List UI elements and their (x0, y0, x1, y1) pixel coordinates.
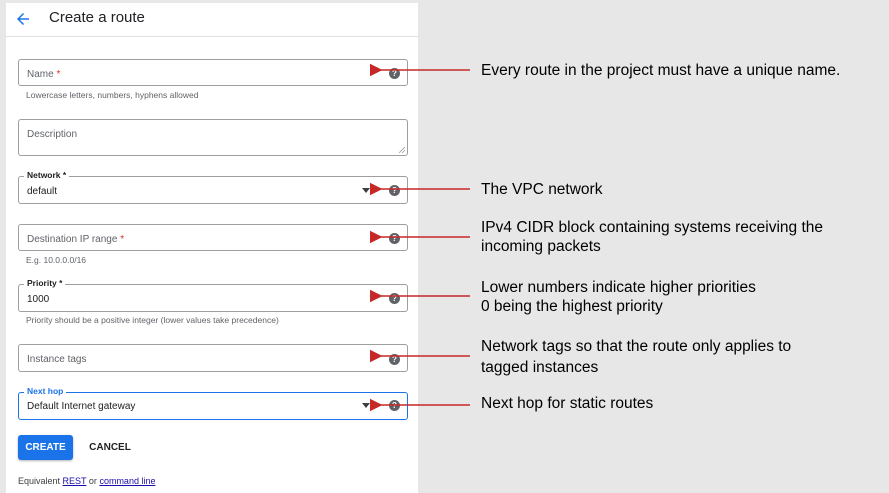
required-marker: * (62, 170, 67, 180)
instance-tags-placeholder: Instance tags (27, 354, 87, 365)
help-icon[interactable]: ? (389, 400, 400, 411)
destination-placeholder: Destination IP range (27, 234, 118, 245)
destination-hint: E.g. 10.0.0.0/16 (26, 255, 87, 265)
annotation-destination-line1: IPv4 CIDR block containing systems recei… (481, 219, 824, 236)
help-icon[interactable]: ? (389, 185, 400, 196)
top-bar: Create a route (6, 3, 418, 37)
priority-hint: Priority should be a positive integer (l… (26, 315, 279, 325)
description-field[interactable]: Description (18, 119, 408, 156)
next-hop-label: Next hop (24, 386, 67, 396)
description-placeholder: Description (27, 129, 78, 140)
caret-down-icon[interactable] (362, 188, 370, 193)
command-line-link[interactable]: command line (99, 476, 155, 486)
network-value: default (27, 186, 58, 197)
page-title: Create a route (49, 9, 145, 26)
required-marker: * (120, 234, 125, 245)
priority-label: Priority (27, 278, 57, 288)
help-icon[interactable]: ? (389, 354, 400, 365)
annotation-tags-line1: Network tags so that the route only appl… (481, 338, 792, 355)
annotation-next-hop: Next hop for static routes (481, 395, 654, 412)
required-marker: * (56, 69, 61, 80)
caret-down-icon[interactable] (362, 403, 370, 408)
help-icon[interactable]: ? (389, 233, 400, 244)
name-hint: Lowercase letters, numbers, hyphens allo… (26, 90, 199, 100)
annotation-network: The VPC network (481, 181, 603, 198)
rest-link[interactable]: REST (63, 476, 87, 486)
destination-ip-range-field[interactable]: Destination IP range * ? (18, 224, 408, 251)
next-hop-select[interactable]: Next hop Default Internet gateway ? (18, 386, 408, 420)
or-text: or (88, 476, 97, 486)
network-select[interactable]: Network * default ? (18, 170, 408, 204)
resize-handle-icon[interactable] (399, 147, 405, 153)
help-icon[interactable]: ? (389, 293, 400, 304)
create-route-panel: Create a route Name * ? Lowercase letter… (6, 3, 418, 493)
create-button[interactable]: CREATE (18, 435, 73, 460)
required-marker: * (59, 278, 63, 288)
equivalent-links: Equivalent REST or command line (18, 476, 155, 486)
arrow-left-icon[interactable] (14, 10, 32, 28)
name-field[interactable]: Name * ? (18, 59, 408, 86)
annotation-destination-line2: incoming packets (481, 238, 601, 255)
network-label: Network (27, 170, 61, 180)
help-icon[interactable]: ? (389, 68, 400, 79)
cancel-button[interactable]: CANCEL (84, 435, 136, 460)
name-placeholder: Name (27, 69, 54, 80)
priority-field[interactable]: Priority * 1000 ? (18, 278, 408, 312)
annotation-name: Every route in the project must have a u… (481, 62, 841, 79)
annotation-tags-line2: tagged instances (481, 359, 599, 376)
annotation-priority-line1: Lower numbers indicate higher priorities (481, 279, 756, 296)
annotation-priority-line2: 0 being the highest priority (481, 298, 663, 315)
priority-value: 1000 (27, 294, 50, 305)
instance-tags-field[interactable]: Instance tags ? (18, 344, 408, 372)
next-hop-value: Default Internet gateway (27, 401, 136, 412)
equivalent-prefix: Equivalent (18, 476, 61, 486)
